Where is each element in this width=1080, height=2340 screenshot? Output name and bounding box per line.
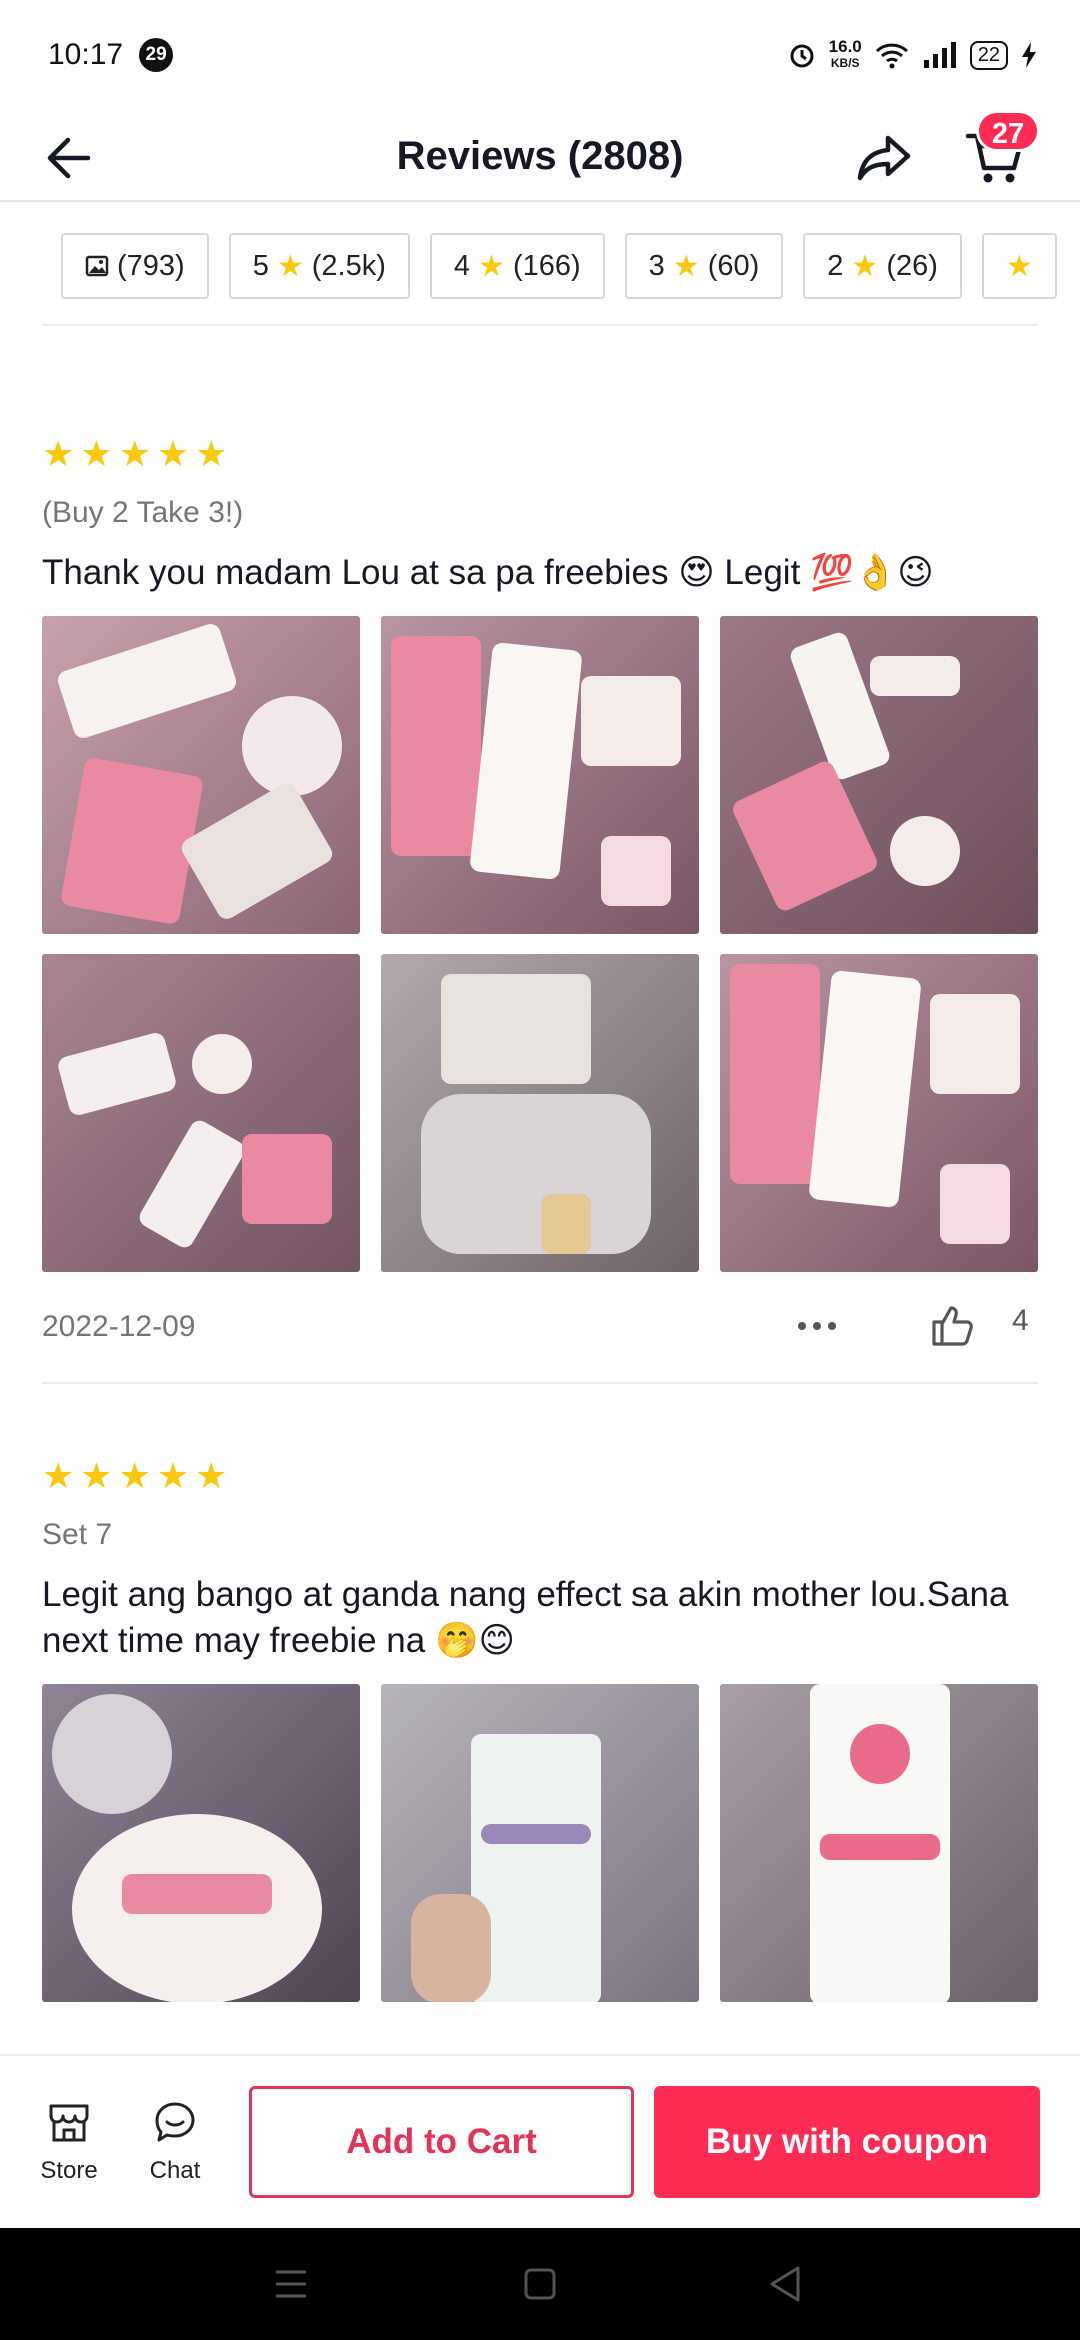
network-speed-value: 16.0 [828,37,862,56]
star-icon: ★ [672,249,700,283]
star-icon: ★ [80,433,113,474]
filter-chip-2-star[interactable]: 2 ★ (26) [803,233,962,299]
status-bar: 10:17 29 16.0 KB/S 22 [0,0,1080,110]
star-icon: ★ [156,433,190,474]
star-icon: ★ [478,249,505,283]
star-icon: ★ [42,433,75,474]
chat-button[interactable]: Chat [130,2098,220,2185]
filter-chip-label: (26) [886,249,938,282]
store-icon [49,2104,89,2142]
signal-icon [923,42,956,68]
alarm-icon [790,44,814,68]
review-photo[interactable] [720,1684,1038,2002]
filter-chip-1-star[interactable]: ★ [981,233,1057,299]
system-nav-bar [0,2228,1080,2340]
filter-chip-label: (60) [707,249,760,282]
chat-icon [155,2102,195,2142]
review-meta: 2022-12-09 4 [42,1272,1038,1382]
filter-chip-photos[interactable]: (793) [61,233,209,299]
store-button[interactable]: Store [24,2098,114,2185]
review-photos [42,616,1038,1272]
review-photo[interactable] [381,616,699,934]
filter-chip-prefix: 3 [648,249,665,282]
filter-chip-label: (793) [117,249,185,282]
star-icon: ★ [276,249,304,283]
wifi-icon [875,43,908,69]
status-time: 10:17 [48,38,124,71]
review-photo[interactable] [720,954,1038,1272]
image-icon [85,255,109,277]
filter-chip-5-star[interactable]: 5 ★ (2.5k) [228,233,410,299]
review-variant: (Buy 2 Take 3!) [42,496,244,529]
review-photo[interactable] [42,616,360,934]
menu-icon[interactable] [274,2268,308,2300]
filter-chips: (793) 5 ★ (2.5k) 4 ★ (166) 3 ★ (60) 2 ★ … [61,233,1061,299]
filter-chip-prefix: 5 [252,249,269,282]
filter-chip-prefix: 4 [453,249,471,282]
star-icon: ★ [118,433,151,474]
filter-chip-prefix: 2 [827,249,844,282]
filter-chip-4-star[interactable]: 4 ★ (166) [429,233,605,299]
filter-chip-label: (166) [512,249,581,282]
status-left: 10:17 29 [48,38,174,72]
star-icon: ★ [42,1455,75,1496]
network-speed-unit: KB/S [830,56,860,70]
battery-indicator: 22 [969,40,1008,70]
reviews-list: ★ ★ ★ ★ ★ (Buy 2 Take 3!) Thank you madam Lo… [42,326,1038,2002]
review-text: Legit ang bango at ganda nang effect sa … [42,1575,1009,1660]
share-icon[interactable] [852,126,916,190]
star-icon: ★ [195,1455,228,1496]
review-photo[interactable] [42,954,360,1272]
buy-with-coupon-button[interactable]: Buy with coupon [654,2086,1040,2198]
cart-count-badge: 27 [976,110,1040,152]
add-to-cart-button[interactable]: Add to Cart [249,2086,634,2198]
like-count: 4 [1012,1304,1029,1337]
review-card: ★ ★ ★ ★ ★ Set 7 Legit ang bango at ganda nan… [42,1382,1038,2002]
star-icon: ★ [851,249,879,283]
star-icon: ★ [195,433,228,474]
filter-row: (793) 5 ★ (2.5k) 4 ★ (166) 3 ★ (60) 2 ★ … [0,202,1080,326]
page-title: Reviews (2808) [396,134,684,178]
thumbs-up-icon[interactable] [928,1300,978,1350]
review-text: Thank you madam Lou at sa pa freebies 😍 … [42,553,934,592]
review-card: ★ ★ ★ ★ ★ (Buy 2 Take 3!) Thank you madam Lo… [42,326,1038,1382]
store-label: Store [40,2157,98,2184]
more-options-icon[interactable] [798,1308,848,1344]
chat-label: Chat [149,2157,201,2184]
rating-stars: ★ ★ ★ ★ ★ [42,436,1038,472]
review-date: 2022-12-09 [42,1310,196,1343]
review-variant: Set 7 [42,1518,113,1551]
network-speed: 16.0 KB/S [828,37,862,71]
review-photos [42,1684,1038,2002]
status-right: 16.0 KB/S 22 [787,37,1038,71]
rating-stars: ★ ★ ★ ★ ★ [42,1458,1038,1494]
review-photo[interactable] [720,616,1038,934]
star-icon: ★ [1005,249,1033,283]
back-icon[interactable] [768,2266,802,2302]
filter-chip-label: (2.5k) [311,249,386,282]
star-icon: ★ [156,1455,190,1496]
bottom-action-bar: Store Chat Add to Cart Buy with coupon [0,2054,1080,2228]
home-icon[interactable] [524,2268,556,2300]
review-photo[interactable] [381,1684,699,2002]
top-bar: Reviews (2808) 27 [0,110,1080,202]
star-icon: ★ [80,1455,113,1496]
notification-count-badge: 29 [139,38,174,72]
review-photo[interactable] [42,1684,360,2002]
filter-chip-3-star[interactable]: 3 ★ (60) [624,233,784,299]
review-photo[interactable] [381,954,699,1272]
star-icon: ★ [118,1455,151,1496]
charging-icon [1022,42,1036,68]
